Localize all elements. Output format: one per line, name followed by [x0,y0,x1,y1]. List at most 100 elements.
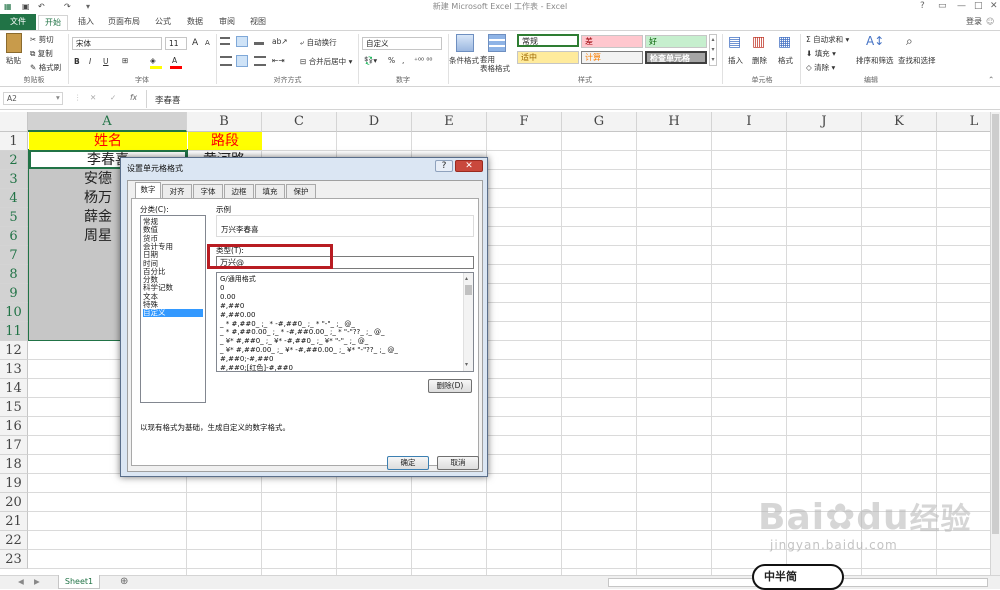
style-gallery-scroll[interactable]: ▴ ▾ ▾ [709,34,717,66]
prev-sheet-icon[interactable]: ◀ [18,577,24,586]
row-header-17[interactable]: 17 [0,436,28,455]
row-header-4[interactable]: 4 [0,189,28,208]
row-header-11[interactable]: 11 [0,322,28,341]
decimal-icon[interactable]: ⁺⁰⁰ ⁰⁰ [414,56,432,65]
column-header-i[interactable]: I [712,112,787,132]
name-box-dropdown-icon[interactable]: ▾ [56,93,60,102]
autosum-button[interactable]: Σ 自动求和 ▾ [806,34,849,45]
row-header-23[interactable]: 23 [0,550,28,569]
fill-button[interactable]: ⬇ 填充 ▾ [806,48,836,59]
format-code-item[interactable]: 0 [220,284,224,292]
confirm-entry-icon[interactable]: ✓ [110,93,116,102]
row-header-20[interactable]: 20 [0,493,28,512]
help-icon[interactable]: ? [920,1,925,11]
border-icon[interactable]: ⊞ [122,56,128,65]
tab-formulas[interactable]: 公式 [155,16,171,30]
minimize-icon[interactable]: — [957,1,966,11]
font-size-select[interactable]: 11 [165,37,187,50]
format-code-list[interactable]: ▴ ▾ G/通用格式 0 0.00 #,##0 #,##0.00 _ * #,##0_ ;… [216,272,474,372]
tab-protection[interactable]: 保护 [286,184,316,198]
style-check-cell[interactable]: 检查单元格 [645,51,707,64]
shrink-font-icon[interactable]: A [205,39,210,47]
grow-font-icon[interactable]: A [192,38,198,48]
style-neutral[interactable]: 适中 [517,51,579,64]
column-header-h[interactable]: H [637,112,712,132]
column-header-f[interactable]: F [487,112,562,132]
dialog-help-button[interactable]: ? [435,160,453,172]
name-box[interactable]: A2 [3,92,63,105]
format-code-item[interactable]: _ ¥* #,##0_ ;_ ¥* -#,##0_ ;_ ¥* "-"_ ;_ … [220,337,368,345]
vertical-scrollbar[interactable] [990,112,1000,575]
table-format-button[interactable]: 套用 表格格式 [480,55,510,73]
column-header-d[interactable]: D [337,112,412,132]
format-painter-button[interactable]: ✎ 格式刷 [30,62,61,73]
paste-button[interactable]: 粘贴 [6,55,21,66]
delete-cells-icon[interactable]: ▥ [752,34,765,50]
category-item[interactable]: 日期 [143,251,158,259]
font-color-icon[interactable]: A [172,56,177,65]
cell-a6[interactable]: 周星 [84,227,124,245]
font-name-select[interactable]: 宋体 [72,37,162,50]
column-header-g[interactable]: G [562,112,637,132]
format-code-item[interactable]: #,##0;-#,##0 [220,355,273,363]
ribbon-display-icon[interactable]: ▭ [938,1,947,11]
row-header-14[interactable]: 14 [0,379,28,398]
cell-a4[interactable]: 杨万 [84,189,124,207]
align-top-icon[interactable] [220,37,230,45]
tab-view[interactable]: 视图 [250,16,266,30]
row-header-7[interactable]: 7 [0,246,28,265]
tab-alignment[interactable]: 对齐 [162,184,192,198]
row-header-9[interactable]: 9 [0,284,28,303]
orientation-icon[interactable]: ab↗ [272,37,288,46]
insert-function-icon[interactable]: fx [130,93,137,102]
row-header-22[interactable]: 22 [0,531,28,550]
fill-color-icon[interactable]: ◈ [150,56,156,65]
tab-font[interactable]: 字体 [193,184,223,198]
add-sheet-icon[interactable]: ⊕ [120,576,128,587]
maximize-icon[interactable]: □ [974,1,983,11]
align-left-icon[interactable] [220,56,232,66]
cell-b1[interactable]: 路段 [188,132,262,150]
column-header-a[interactable]: A [28,112,187,132]
format-cells-button[interactable]: 格式 [778,55,793,66]
tab-data[interactable]: 数据 [187,16,203,30]
delete-cells-button[interactable]: 删除 [752,55,767,66]
row-header-13[interactable]: 13 [0,360,28,379]
style-calculation[interactable]: 计算 [581,51,643,64]
sort-filter-button[interactable]: 排序和筛选 [856,55,894,66]
tab-file[interactable]: 文件 [0,14,36,30]
format-code-item[interactable]: #,##0 [220,302,244,310]
find-select-button[interactable]: 查找和选择 [898,55,936,66]
category-item[interactable]: 自定义 [143,309,203,318]
row-header-15[interactable]: 15 [0,398,28,417]
column-header-e[interactable]: E [412,112,487,132]
tab-page-layout[interactable]: 页面布局 [108,16,140,30]
cut-button[interactable]: ✂ 剪切 [30,34,54,45]
vertical-scroll-thumb[interactable] [992,114,999,534]
tab-review[interactable]: 审阅 [219,16,235,30]
row-header-21[interactable]: 21 [0,512,28,531]
align-right-icon[interactable] [254,56,266,66]
italic-button[interactable]: I [89,57,91,66]
row-header-3[interactable]: 3 [0,170,28,189]
close-icon[interactable]: ✕ [990,1,998,11]
cell-a5[interactable]: 薛金 [84,208,124,226]
login-link[interactable]: 登录 [966,16,982,30]
comma-button[interactable]: , [402,56,404,65]
format-code-item[interactable]: _ ¥* #,##0.00_ ;_ ¥* -#,##0.00_ ;_ ¥* "-… [220,346,398,354]
column-header-b[interactable]: B [187,112,262,132]
style-normal[interactable]: 常规 [517,34,579,47]
row-header-19[interactable]: 19 [0,474,28,493]
format-code-item[interactable]: #,##0;[红色]-#,##0 [220,364,293,371]
cell-a3[interactable]: 安德 [84,170,124,188]
currency-icon[interactable]: 💱▾ [364,56,377,65]
ok-button[interactable]: 确定 [387,456,429,470]
row-header-12[interactable]: 12 [0,341,28,360]
style-good[interactable]: 好 [645,35,707,48]
scroll-down-icon[interactable]: ▾ [465,361,468,368]
align-bottom-icon[interactable] [254,37,264,45]
tab-home[interactable]: 开始 [38,15,68,30]
select-all-corner[interactable] [0,112,28,132]
format-code-item[interactable]: _ * #,##0_ ;_ * -#,##0_ ;_ * "-"_ ;_ @_ [220,320,355,328]
row-header-1[interactable]: 1 [0,132,28,151]
